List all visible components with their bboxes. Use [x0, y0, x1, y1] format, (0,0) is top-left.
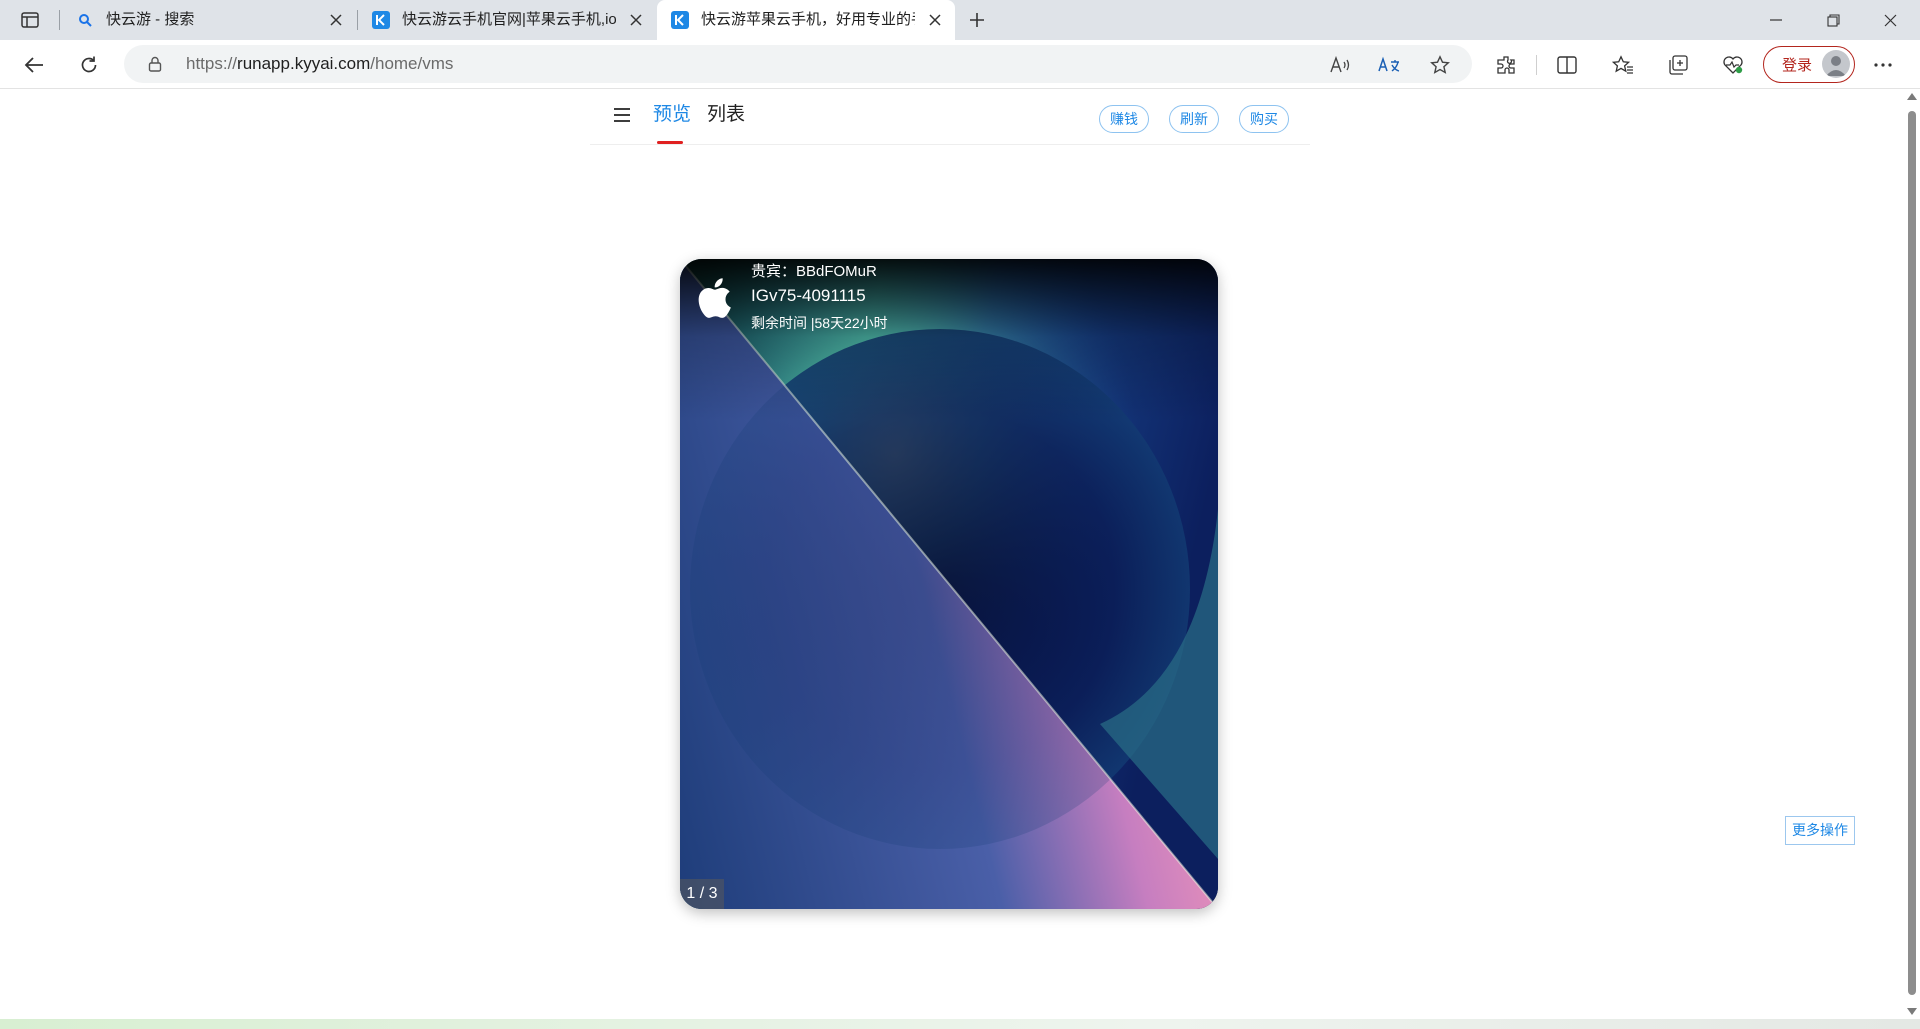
remaining-time: 剩余时间 |58天22小时	[751, 315, 888, 331]
page-indicator: 1 / 3	[680, 879, 724, 909]
tab-official-site[interactable]: 快云游云手机官网|苹果云手机,ios	[358, 0, 656, 40]
search-icon	[76, 11, 94, 29]
earn-button[interactable]: 赚钱	[1099, 105, 1149, 133]
url-text: https://runapp.kyyai.com/home/vms	[186, 54, 454, 73]
tab-active[interactable]: 快云游苹果云手机，好用专业的手	[657, 0, 955, 40]
new-tab-button[interactable]	[962, 6, 992, 34]
tab-actions-icon[interactable]	[14, 8, 46, 32]
close-icon[interactable]	[326, 10, 346, 30]
cloud-phone-card[interactable]: 贵宾：BBdFOMuR IGv75-4091115 剩余时间 |58天22小时 …	[680, 259, 1218, 909]
kyy-logo-icon	[671, 11, 689, 29]
back-button[interactable]	[17, 48, 51, 82]
more-menu-icon[interactable]	[1868, 50, 1898, 80]
read-aloud-icon[interactable]	[1328, 52, 1354, 78]
tab-separator	[59, 10, 60, 30]
restore-button[interactable]	[1805, 0, 1861, 40]
reload-button[interactable]	[72, 48, 106, 82]
scroll-thumb[interactable]	[1908, 111, 1916, 995]
close-icon[interactable]	[626, 10, 646, 30]
collections-icon[interactable]	[1663, 50, 1693, 80]
tab-title: 快云游苹果云手机，好用专业的手	[701, 11, 915, 28]
buy-button[interactable]: 购买	[1239, 105, 1289, 133]
close-window-button[interactable]	[1862, 0, 1918, 40]
minimize-button[interactable]	[1748, 0, 1804, 40]
address-bar[interactable]: https://runapp.kyyai.com/home/vms	[124, 45, 1472, 83]
browser-toolbar: https://runapp.kyyai.com/home/vms 登录	[0, 40, 1920, 89]
favorite-star-icon[interactable]	[1427, 52, 1453, 78]
refresh-button[interactable]: 刷新	[1169, 105, 1219, 133]
scroll-up-icon[interactable]	[1907, 93, 1917, 100]
login-label: 登录	[1782, 57, 1813, 74]
login-button[interactable]: 登录	[1763, 46, 1855, 83]
browser-essentials-icon[interactable]	[1718, 50, 1748, 80]
toolbar-divider	[1536, 55, 1537, 75]
kyy-logo-icon	[372, 11, 390, 29]
scroll-down-icon[interactable]	[1907, 1008, 1917, 1015]
translate-icon[interactable]	[1377, 52, 1403, 78]
tab-title: 快云游 - 搜索	[106, 11, 195, 28]
tab-preview[interactable]: 预览	[653, 104, 691, 126]
extensions-icon[interactable]	[1491, 50, 1521, 80]
tab-strip: 快云游 - 搜索 快云游云手机官网|苹果云手机,ios 快云游苹果云手机，好用专…	[0, 0, 1920, 40]
close-icon[interactable]	[925, 10, 945, 30]
app-header: 预览 列表 赚钱 刷新 购买	[590, 89, 1310, 145]
hamburger-menu-icon[interactable]	[612, 105, 632, 125]
bottom-strip	[0, 1019, 1920, 1029]
avatar	[1822, 50, 1850, 78]
phone-wallpaper	[680, 259, 1218, 909]
more-operations-button[interactable]: 更多操作	[1785, 816, 1855, 845]
lock-icon[interactable]	[146, 55, 164, 73]
split-screen-icon[interactable]	[1552, 50, 1582, 80]
page-viewport: 预览 列表 赚钱 刷新 购买 贵宾：BBdFOMuR IGv75-4091115…	[0, 89, 1904, 1019]
page-scrollbar[interactable]	[1904, 89, 1920, 1019]
tab-title: 快云游云手机官网|苹果云手机,ios	[402, 11, 616, 28]
active-tab-indicator	[657, 141, 683, 144]
guest-label: 贵宾：BBdFOMuR	[751, 263, 877, 280]
device-info: 贵宾：BBdFOMuR IGv75-4091115 剩余时间 |58天22小时	[680, 259, 1218, 339]
tab-list[interactable]: 列表	[707, 104, 745, 126]
favorites-icon[interactable]	[1608, 50, 1638, 80]
apple-icon	[698, 278, 731, 318]
tab-search[interactable]: 快云游 - 搜索	[62, 0, 356, 40]
device-id: IGv75-4091115	[751, 286, 866, 305]
